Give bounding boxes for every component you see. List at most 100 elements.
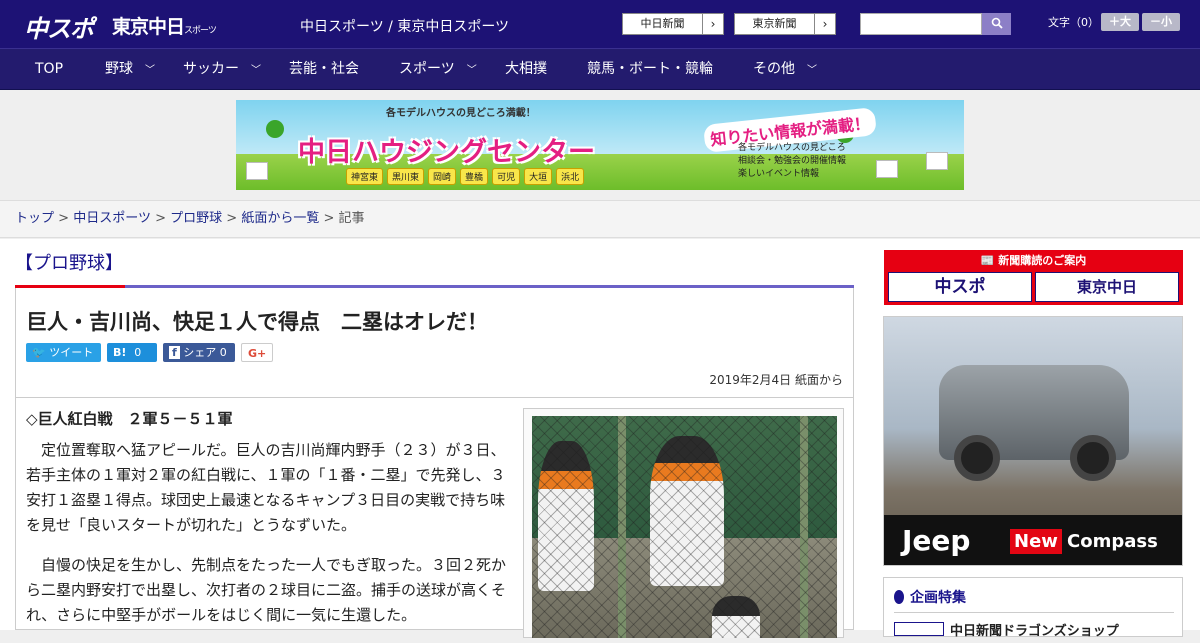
- banner-city: 浜北: [556, 168, 585, 185]
- tokyo-logo-text: 東京中日: [112, 16, 185, 38]
- article-date: 2019年2月4日 紙面から: [709, 373, 843, 387]
- chunichi-shimbun-link[interactable]: 中日新聞 ›: [622, 13, 724, 35]
- facebook-share-label: シェア: [183, 346, 217, 359]
- article-photo[interactable]: [532, 416, 837, 638]
- feature-thumbnail[interactable]: [894, 622, 944, 636]
- article-divider: [16, 397, 853, 398]
- chevron-down-icon: ﹀: [807, 65, 817, 76]
- gplus-button[interactable]: G+: [241, 343, 273, 362]
- search-input[interactable]: [860, 13, 982, 35]
- article-paragraph: 自慢の快足を生かし、先制点をたった一人でもぎ取った。３回２死から二塁内野安打で出…: [26, 556, 507, 624]
- wheel-graphic: [1070, 435, 1116, 481]
- banner-city: 豊橋: [460, 168, 489, 185]
- nav-sumo[interactable]: 大相撲: [505, 49, 547, 91]
- feature-heading: 企画特集: [894, 587, 966, 607]
- chevron-right-icon: ›: [822, 17, 828, 31]
- article-body: 定位置奪取へ猛アピールだ。巨人の吉川尚輝内野手（２３）が３日、若手主体の１軍対２…: [26, 438, 510, 643]
- chevron-down-icon: ﹀: [145, 65, 155, 76]
- banner-info-list: 各モデルハウスの見どころ 相談会・勉強会の開催情報 楽しいイベント情報: [738, 142, 846, 181]
- breadcrumb: トップ > 中日スポーツ > プロ野球 > 紙面から一覧 > 記事: [0, 200, 1200, 238]
- newspaper-icon: 📰: [980, 254, 999, 267]
- breadcrumb-link-pro-baseball[interactable]: プロ野球: [170, 211, 222, 226]
- font-size-label: 文字（0）: [1048, 16, 1099, 29]
- nav-label: サッカー: [183, 61, 239, 77]
- banner-info-item: 各モデルハウスの見どころ: [738, 143, 846, 153]
- banner-city-list: 神宮東 黒川東 岡崎 豊橋 可児 大垣 浜北: [346, 168, 585, 185]
- banner-info-item: 相談会・勉強会の開催情報: [738, 156, 847, 166]
- top-bar: 中スポ 東京中日スポーツ 中日スポーツ / 東京中日スポーツ 中日新聞 › 東京…: [0, 0, 1200, 48]
- category-heading: 【プロ野球】: [15, 253, 123, 274]
- facebook-share-count: 0: [219, 346, 227, 359]
- facebook-icon: f: [169, 346, 180, 359]
- nav-label: その他: [753, 61, 795, 77]
- hatena-count: 0: [134, 346, 142, 359]
- tweet-button[interactable]: 🐦 ツイート: [26, 343, 101, 362]
- banner-city: 大垣: [524, 168, 553, 185]
- banner-city: 黒川東: [387, 168, 425, 185]
- subscribe-tokyo-button[interactable]: 東京中日: [1035, 272, 1179, 302]
- nav-baseball[interactable]: 野球 ﹀: [105, 49, 155, 91]
- jeep-logo: Jeep: [902, 524, 971, 557]
- house-graphic: [246, 162, 268, 180]
- breadcrumb-separator: >: [155, 211, 166, 226]
- banner-city: 可児: [492, 168, 521, 185]
- font-larger-button[interactable]: ＋大: [1101, 13, 1139, 31]
- feature-heading-text: 企画特集: [910, 590, 966, 606]
- house-graphic: [876, 160, 898, 178]
- font-smaller-button[interactable]: －小: [1142, 13, 1180, 31]
- chevron-down-icon: ﹀: [251, 65, 261, 76]
- feature-divider: [894, 612, 1174, 613]
- tokyo-chunichi-logo[interactable]: 東京中日スポーツ: [112, 12, 217, 39]
- tweet-label: ツイート: [49, 346, 94, 359]
- article-lead: ◇巨人紅白戦 ２軍５－５１軍: [26, 410, 233, 428]
- breadcrumb-separator: >: [226, 211, 238, 226]
- ribbon-icon: [894, 590, 904, 604]
- chevron-right-icon: ›: [710, 17, 716, 31]
- nav-label: 芸能・社会: [289, 61, 359, 77]
- breadcrumb-link-chunichi-sports[interactable]: 中日スポーツ: [73, 211, 151, 226]
- hatena-bookmark-button[interactable]: B! 0: [107, 343, 157, 362]
- tokyo-shimbun-label: 東京新聞: [735, 14, 815, 34]
- hatena-icon: B!: [113, 346, 127, 359]
- site-title: 中日スポーツ / 東京中日スポーツ: [300, 19, 510, 35]
- banner-title: 中日ハウジングセンター: [298, 137, 595, 168]
- nav-racing[interactable]: 競馬・ボート・競輪: [587, 49, 713, 91]
- article: 巨人・吉川尚、快足１人で得点 二塁はオレだ！ 🐦 ツイート B! 0 f シェア…: [15, 288, 854, 638]
- ad-new-badge: New: [1010, 529, 1062, 554]
- subscribe-title-text: 新聞購読のご案内: [998, 254, 1087, 267]
- chuspo-logo[interactable]: 中スポ: [24, 9, 94, 44]
- tokyo-logo-small: スポーツ: [184, 26, 217, 36]
- nav-label: スポーツ: [399, 61, 455, 77]
- nav-sports[interactable]: スポーツ ﹀: [399, 49, 477, 91]
- chevron-down-icon: ﹀: [466, 65, 477, 76]
- subscribe-title: 📰 新聞購読のご案内: [884, 252, 1183, 268]
- facebook-share-button[interactable]: f シェア 0: [163, 343, 235, 362]
- nav-entertainment[interactable]: 芸能・社会: [289, 49, 359, 91]
- article-photo-frame: [523, 408, 844, 638]
- housing-center-banner[interactable]: 各モデルハウスの見どころ満載！ 中日ハウジングセンター 知りたい情報が満載！ 各…: [236, 100, 964, 190]
- breadcrumb-link-print-list[interactable]: 紙面から一覧: [241, 211, 319, 226]
- breadcrumb-current: 記事: [338, 211, 365, 226]
- search-icon: [991, 17, 1003, 29]
- subscribe-chuspo-button[interactable]: 中スポ: [888, 272, 1032, 302]
- jeep-compass-ad[interactable]: Jeep New Compass: [883, 316, 1183, 566]
- search-button[interactable]: [982, 13, 1011, 35]
- banner-city: 神宮東: [346, 168, 384, 185]
- nav-others[interactable]: その他 ﹀: [753, 49, 817, 91]
- article-title: 巨人・吉川尚、快足１人で得点 二塁はオレだ！: [26, 310, 488, 334]
- nav-top[interactable]: TOP: [35, 49, 63, 91]
- banner-top-text: 各モデルハウスの見どころ満載！: [386, 108, 536, 119]
- nav-label: TOP: [35, 61, 64, 77]
- twitter-bird-icon: 🐦: [32, 346, 46, 359]
- feature-box: 企画特集 中日新聞ドラゴンズショップ: [883, 577, 1183, 639]
- house-graphic: [926, 152, 948, 170]
- search-form: [860, 13, 1011, 35]
- tokyo-shimbun-link[interactable]: 東京新聞 ›: [734, 13, 836, 35]
- breadcrumb-separator: >: [58, 211, 70, 226]
- nav-label: 大相撲: [505, 61, 547, 77]
- banner-city: 岡崎: [428, 168, 457, 185]
- breadcrumb-link-top[interactable]: トップ: [15, 211, 54, 226]
- nav-soccer[interactable]: サッカー ﹀: [183, 49, 261, 91]
- main-content: 【プロ野球】 巨人・吉川尚、快足１人で得点 二塁はオレだ！ 🐦 ツイート B! …: [0, 239, 1200, 639]
- banner-info-item: 楽しいイベント情報: [738, 169, 820, 179]
